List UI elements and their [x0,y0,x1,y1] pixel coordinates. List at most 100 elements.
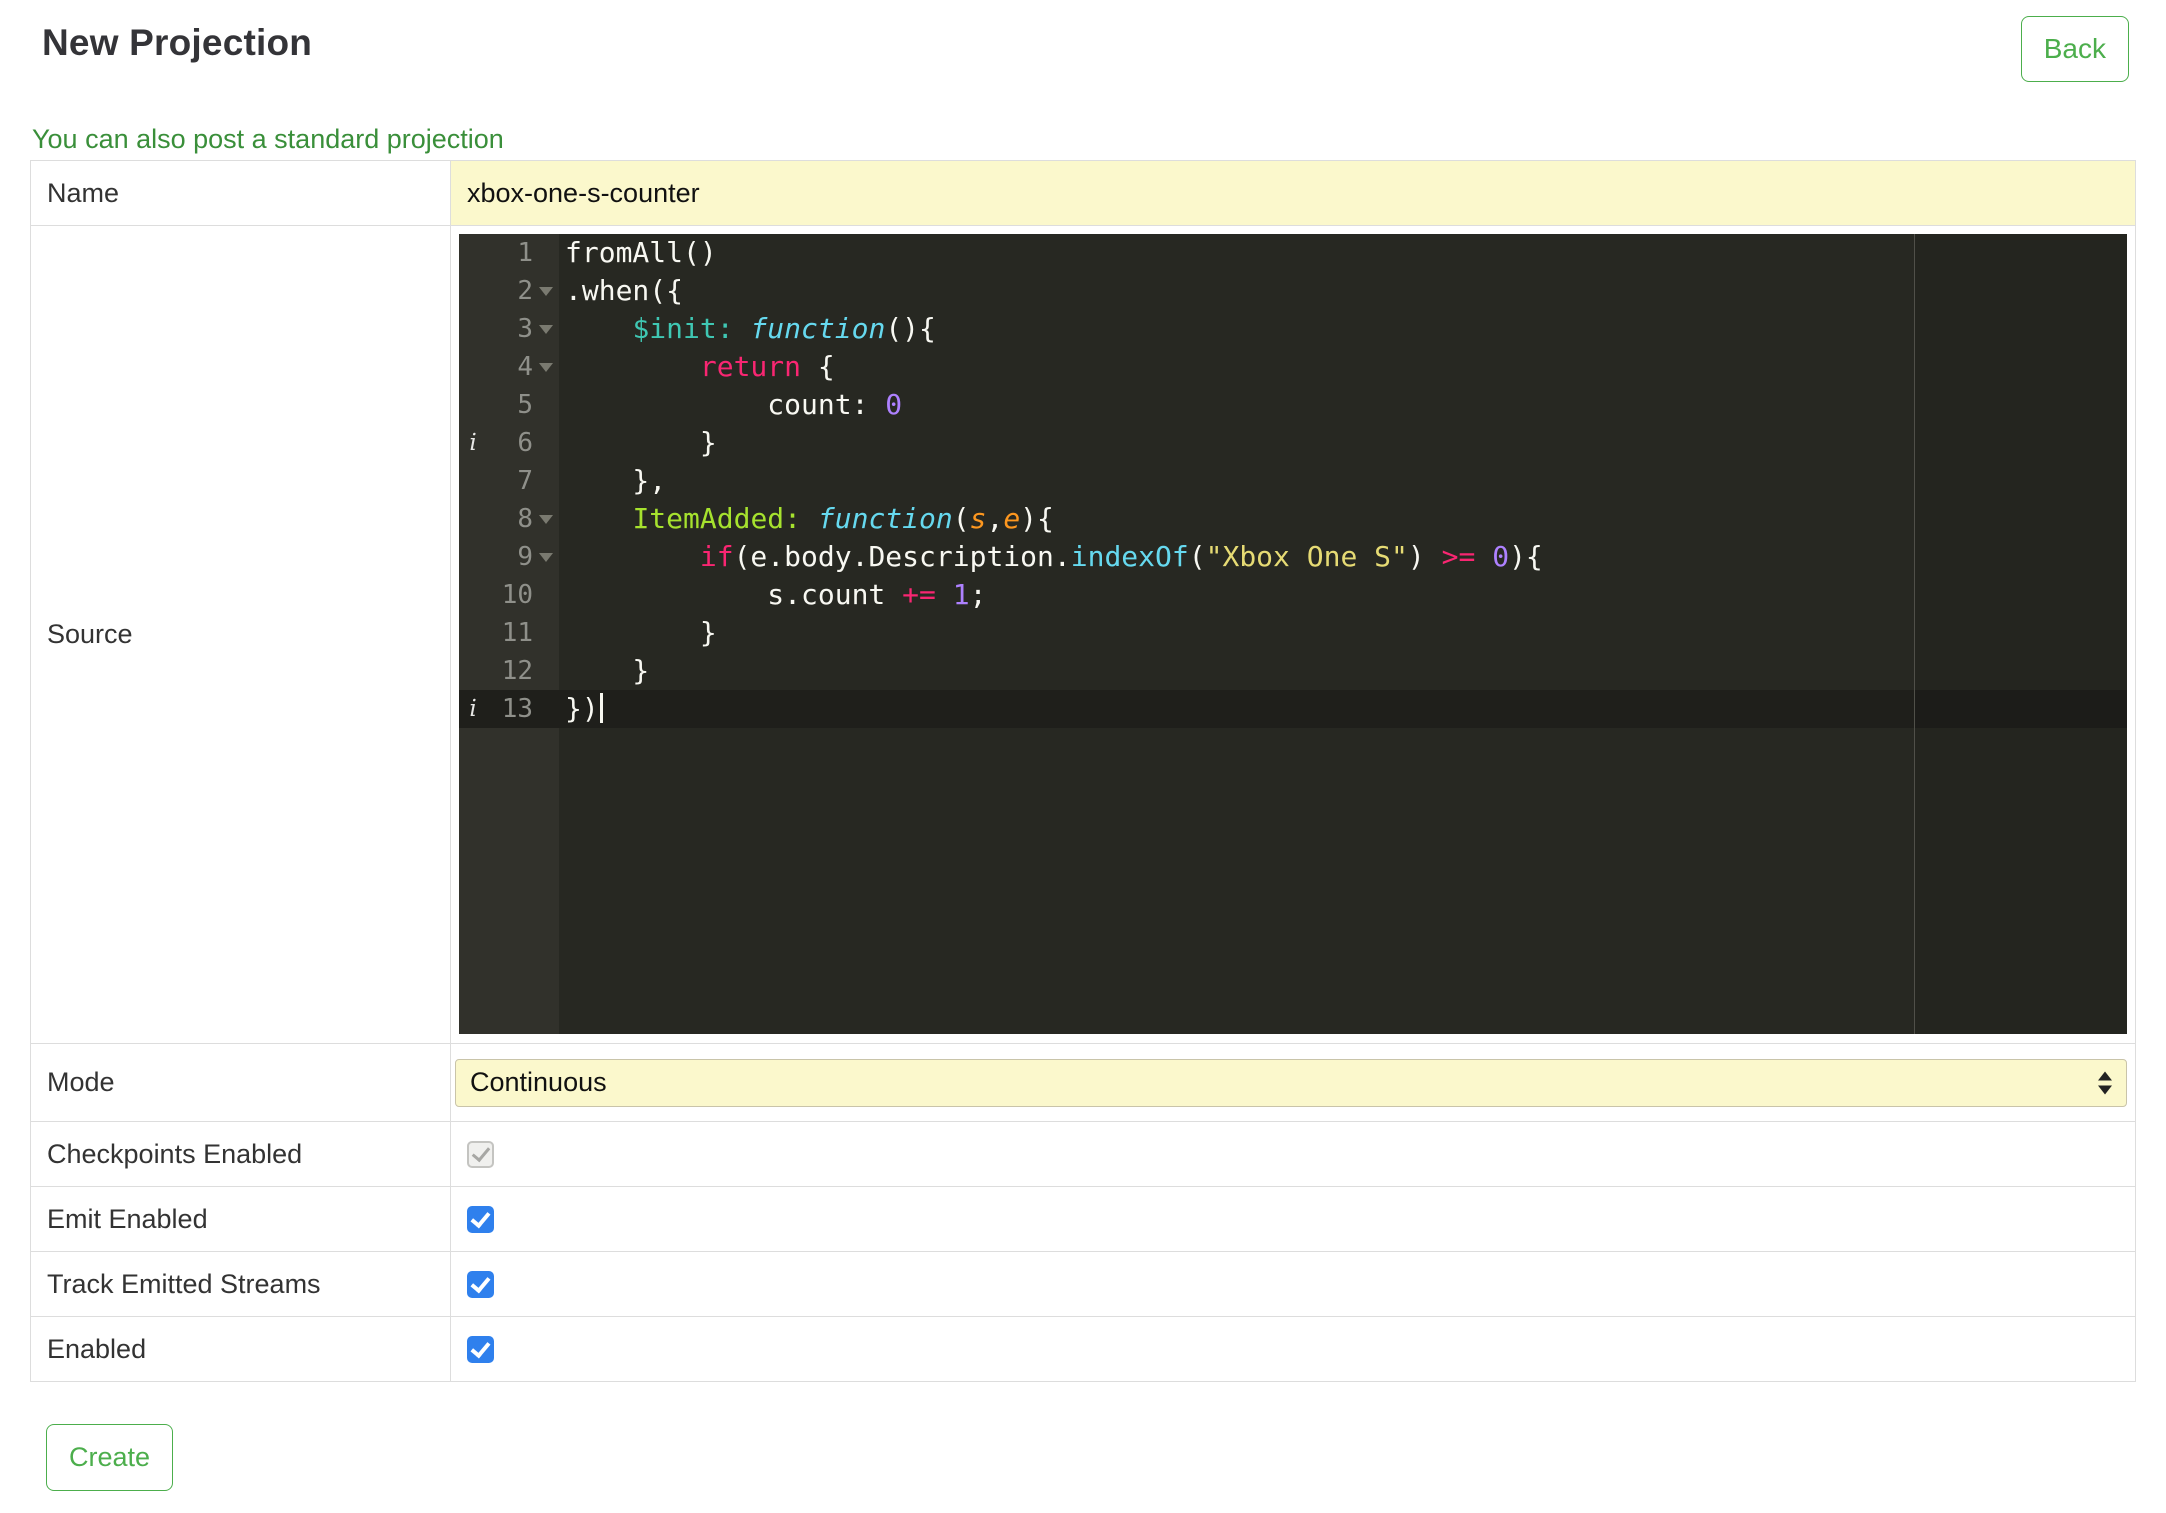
code-line[interactable]: ItemAdded: function(s,e){ [559,500,2127,538]
code-token: ) [1407,540,1442,573]
name-input[interactable] [451,161,2135,225]
code-token: , [986,502,1004,535]
code-line[interactable]: if(e.body.Description.indexOf("Xbox One … [559,538,2127,576]
name-row: Name [31,161,2135,225]
fold-arrow-icon[interactable] [533,553,559,562]
standard-projection-link[interactable]: You can also post a standard projection [32,124,504,155]
mode-select[interactable]: Continuous [455,1058,2127,1107]
info-icon[interactable]: i [459,696,487,722]
line-number: 9 [517,542,533,572]
code-line[interactable]: }, [559,462,2127,500]
code-token: $init: [632,312,734,345]
code-line[interactable]: .when({ [559,272,2127,310]
new-projection-page: New Projection Back You can also post a … [0,0,2166,1513]
create-button[interactable]: Create [46,1424,174,1491]
gutter-cell: i6 [459,424,559,462]
gutter-cell: 11 [459,614,559,652]
code-token: function [817,502,953,535]
code-line[interactable]: } [559,424,2127,462]
code-line[interactable]: fromAll() [559,234,2127,272]
code-line[interactable]: count: 0 [559,386,2127,424]
code-line[interactable]: }) [559,690,2127,728]
name-value-cell [451,161,2135,225]
page-title: New Projection [42,22,313,63]
line-number: 8 [517,504,533,534]
emit-enabled-cell [451,1187,2135,1251]
code-token: ItemAdded: [632,502,802,535]
fold-arrow-icon[interactable] [533,325,559,334]
editor-code[interactable]: fromAll() .when({ $init: function(){ retu… [559,234,2127,1034]
code-editor[interactable]: 1 2 3 4 5 i 6 7 8 9 10 11 12 i 13 fromAll() .when({ $in… [459,234,2127,1034]
emit-enabled-checkbox[interactable] [467,1205,494,1233]
code-line[interactable]: $init: function(){ [559,310,2127,348]
code-token: return [699,350,802,383]
code-token: indexOf [1070,540,1189,573]
checkpoints-enabled-label: Checkpoints Enabled [31,1122,451,1186]
code-token: .when({ [565,274,684,307]
source-row: Source 1 2 3 4 5 i 6 7 8 9 10 11 12 i 13 fromAll() .whe… [31,225,2135,1043]
code-token: ( [952,502,970,535]
code-token: (){ [885,312,936,345]
code-token: 1 [952,578,970,611]
code-token: "Xbox One S" [1205,540,1408,573]
code-token: (e.body.Description. [733,540,1071,573]
enabled-checkbox[interactable] [467,1335,494,1363]
info-icon[interactable]: i [459,430,487,456]
select-arrows-icon [2098,1071,2112,1094]
code-token: ){ [1020,502,1054,535]
line-number: 4 [517,352,533,382]
code-token: 0 [885,388,903,421]
gutter-cell: 8 [459,500,559,538]
line-number: 2 [517,276,533,306]
code-line[interactable]: return { [559,348,2127,386]
code-token: } [565,616,717,649]
mode-row: Mode Continuous [31,1043,2135,1121]
code-token: ){ [1509,540,1543,573]
text-cursor [599,693,603,723]
line-number: 7 [517,466,533,496]
projection-form: Name Source 12345i6789101112i13 fromAll(… [30,160,2136,1382]
gutter-cell: 3 [459,310,559,348]
code-line[interactable]: } [559,614,2127,652]
line-number: 13 [501,694,533,724]
code-line[interactable]: } [559,652,2127,690]
checkpoints-enabled-checkbox [467,1140,494,1168]
track-emitted-streams-cell [451,1252,2135,1316]
code-token: 0 [1492,540,1510,573]
code-token: ( [1188,540,1206,573]
code-token: count: [565,388,886,421]
track-emitted-streams-checkbox[interactable] [467,1270,494,1298]
line-number: 5 [517,390,533,420]
code-token: } [565,426,717,459]
back-button[interactable]: Back [2020,16,2129,82]
emit-enabled-label: Emit Enabled [31,1187,451,1251]
code-token: ; [969,578,987,611]
track-emitted-streams-label: Track Emitted Streams [31,1252,451,1316]
fold-arrow-icon[interactable] [533,287,559,296]
code-token: s [969,502,987,535]
editor-gutter: 1 2 3 4 5 i 6 7 8 9 10 11 12 i 13 [459,234,559,1034]
code-token: }, [565,464,667,497]
fold-arrow-icon[interactable] [533,363,559,372]
gutter-cell: 1 [459,234,559,272]
source-value-cell: 1 2 3 4 5 i 6 7 8 9 10 11 12 i 13 fromAll() .when({ $in… [451,226,2135,1043]
mode-label: Mode [31,1044,451,1121]
line-number: 3 [517,314,533,344]
code-token: e [1003,502,1021,535]
gutter-cell: 7 [459,462,559,500]
code-token: } [565,654,650,687]
line-number: 6 [517,428,533,458]
line-number: 11 [501,618,533,648]
line-number: 1 [517,238,533,268]
gutter-cell: i 13 [459,690,559,728]
chevron-up-icon [2098,1071,2112,1080]
fold-arrow-icon[interactable] [533,515,559,524]
track-emitted-streams-row: Track Emitted Streams [31,1251,2135,1316]
code-line[interactable]: s.count += 1; [559,576,2127,614]
gutter-cell: 9 [459,538,559,576]
